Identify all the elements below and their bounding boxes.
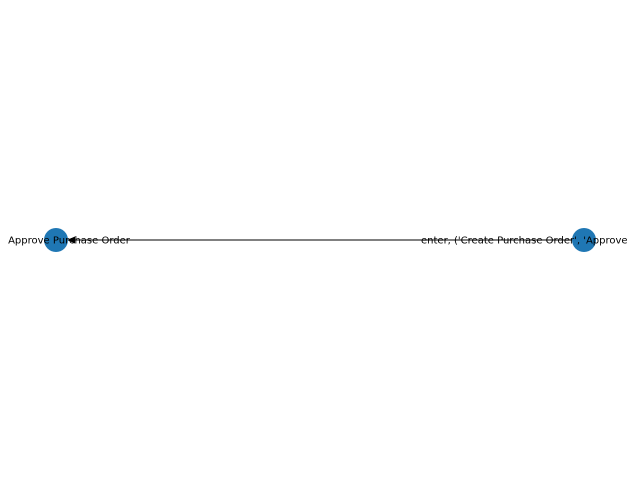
node-enter[interactable]: enter, ('Create Purchase Order', 'Approv…	[421, 228, 628, 252]
node-label: enter, ('Create Purchase Order', 'Approv…	[421, 236, 628, 247]
process-graph: Approve Purchase Order enter, ('Create P…	[8, 228, 628, 252]
node-label: Approve Purchase Order	[8, 236, 131, 247]
node-approve-purchase-order[interactable]: Approve Purchase Order	[8, 228, 131, 252]
